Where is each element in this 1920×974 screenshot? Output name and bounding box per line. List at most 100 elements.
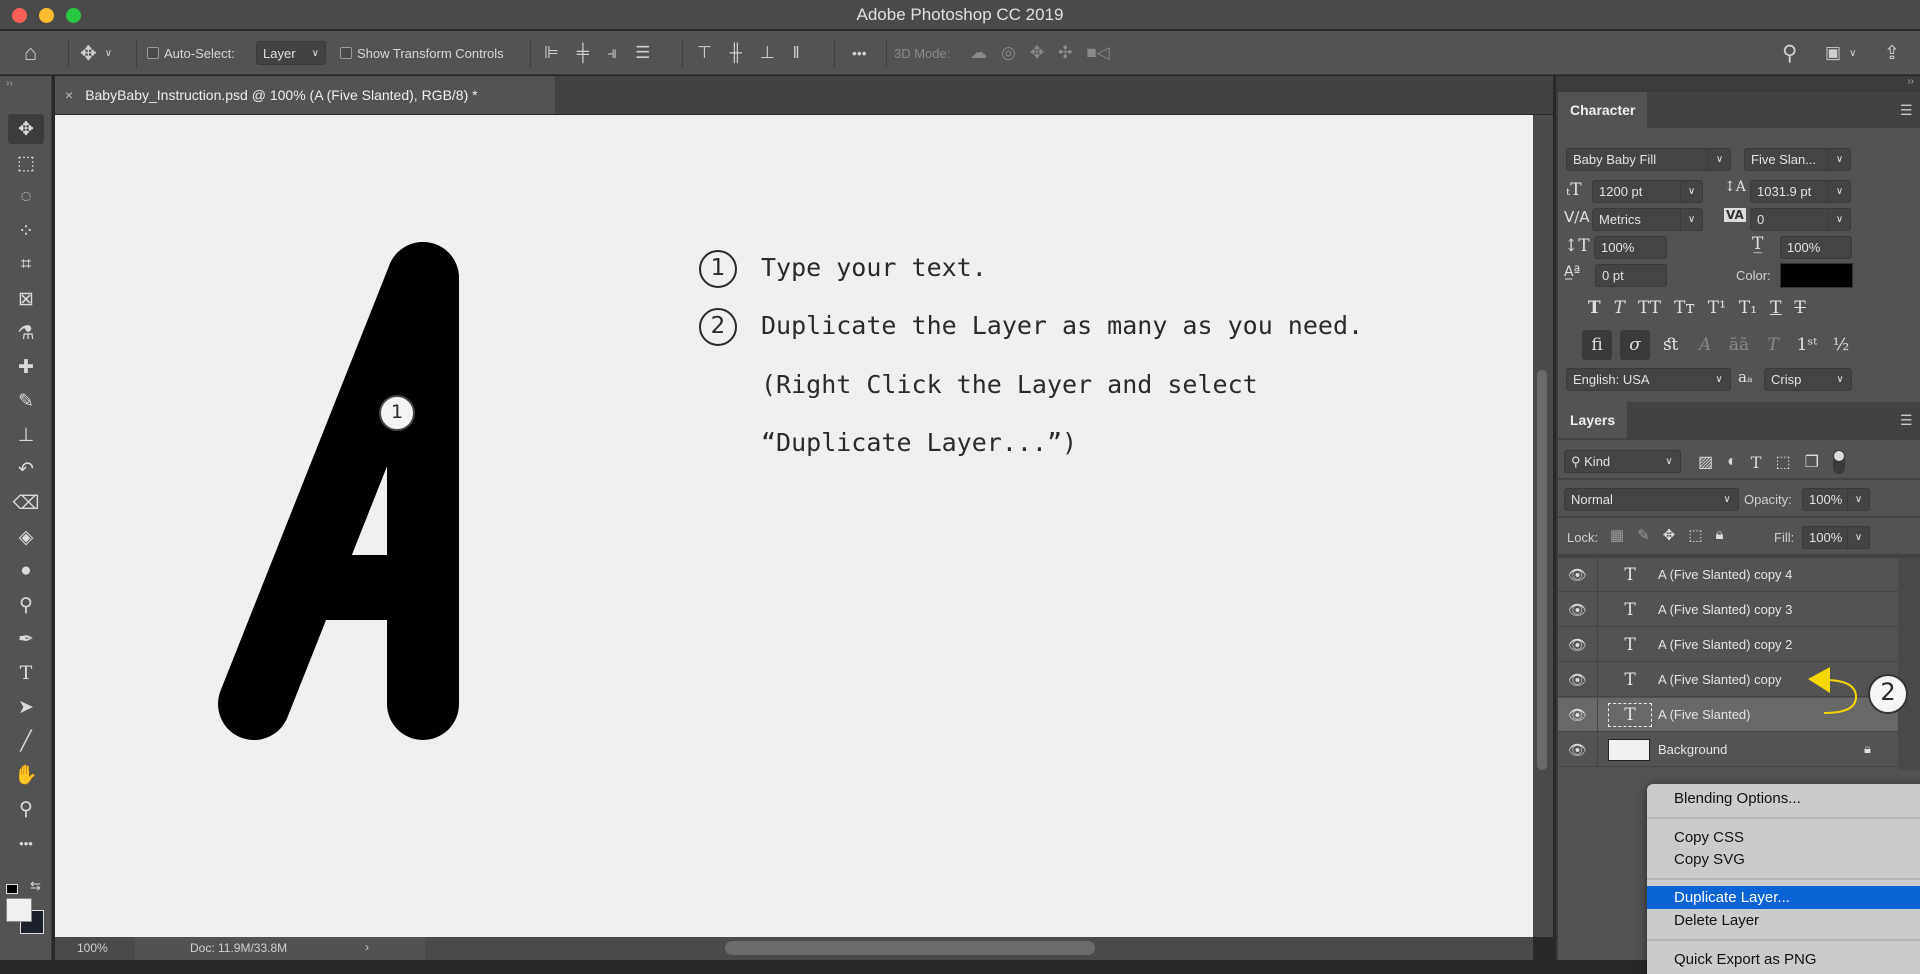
layer-row[interactable]: 👁︎ T A (Five Slanted) copy 4 [1558, 558, 1898, 592]
dodge-tool[interactable]: ⚲ [8, 590, 44, 620]
layer-row[interactable]: 👁︎ T A (Five Slanted) copy 2 [1558, 628, 1898, 662]
menu-item-copy-svg[interactable]: Copy SVG [1647, 848, 1920, 871]
lock-all-icon[interactable]: 🔒︎ [1716, 526, 1724, 544]
faux-italic-button[interactable]: T [1614, 298, 1625, 318]
zoom-tool[interactable]: ⚲ [8, 794, 44, 824]
document-tab[interactable]: × BabyBaby_Instruction.psd @ 100% (A (Fi… [55, 76, 555, 114]
kerning-dropdown[interactable]: Metrics ∨ [1592, 208, 1703, 231]
blend-mode-dropdown[interactable]: Normal ∨ [1564, 488, 1739, 511]
align-top-icon[interactable]: ⊤ [697, 43, 712, 63]
visibility-eye-icon[interactable]: 👁︎ [1558, 628, 1598, 662]
superscript-button[interactable]: T¹ [1708, 298, 1726, 318]
zoom-level[interactable]: 100% [77, 941, 108, 955]
filter-type-icon[interactable]: T [1751, 453, 1762, 472]
marquee-tool[interactable]: ⬚ [8, 148, 44, 178]
default-colors-icon[interactable] [6, 884, 18, 894]
lock-artboard-icon[interactable]: ⬚ [1688, 526, 1702, 544]
more-options-icon[interactable]: ••• [852, 45, 867, 61]
status-menu-arrow[interactable]: › [365, 940, 369, 954]
filter-adjustment-icon[interactable]: ◐ [1727, 453, 1737, 471]
path-selection-tool[interactable]: ➤ [8, 692, 44, 722]
fractions-button[interactable]: ½ [1828, 335, 1854, 355]
discretionary-ligatures-button[interactable]: σ [1620, 330, 1650, 360]
collapse-icon[interactable]: ›› [6, 78, 13, 89]
type-tool[interactable]: T [8, 658, 44, 688]
font-size-field[interactable]: 1200 pt ∨ [1592, 180, 1703, 203]
healing-brush-tool[interactable]: ✚ [8, 352, 44, 382]
hand-tool[interactable]: ✋ [8, 760, 44, 790]
vertical-scroll-thumb[interactable] [1537, 370, 1547, 770]
baseline-shift-field[interactable]: 0 pt [1595, 264, 1667, 287]
menu-item-delete-layer[interactable]: Delete Layer [1647, 909, 1920, 932]
3d-orbit-icon[interactable]: ☁ [970, 43, 987, 63]
tracking-dropdown[interactable]: 0 ∨ [1750, 208, 1851, 231]
contextual-alternates-button[interactable]: T [1760, 335, 1786, 355]
subscript-button[interactable]: T₁ [1739, 298, 1757, 318]
3d-roll-icon[interactable]: ◎ [1001, 43, 1016, 63]
fill-field[interactable]: 100% ∨ [1802, 526, 1870, 549]
visibility-eye-icon[interactable]: 👁︎ [1558, 663, 1598, 697]
edit-toolbar-icon[interactable]: ••• [8, 828, 44, 858]
home-button[interactable]: ⌂ [24, 31, 37, 75]
close-tab-icon[interactable]: × [65, 87, 73, 103]
visibility-eye-icon[interactable]: 👁︎ [1558, 698, 1598, 732]
filter-shape-icon[interactable]: ⬚ [1775, 452, 1790, 472]
visibility-eye-icon[interactable]: 👁︎ [1558, 593, 1598, 627]
all-caps-button[interactable]: TT [1638, 298, 1661, 318]
eyedropper-tool[interactable]: ⚗ [8, 318, 44, 348]
strikethrough-button[interactable]: T [1794, 298, 1805, 318]
align-middle-icon[interactable]: ╫ [730, 43, 742, 63]
font-family-dropdown[interactable]: Baby Baby Fill ∨ [1566, 148, 1731, 171]
show-transform-checkbox[interactable]: Show Transform Controls [340, 31, 504, 75]
collapse-panels-icon[interactable]: ›› [1907, 76, 1914, 87]
horizontal-scroll-thumb[interactable] [725, 941, 1095, 955]
horizontal-scale-field[interactable]: 100% [1780, 236, 1852, 259]
character-tab[interactable]: Character [1558, 92, 1648, 128]
foreground-color-swatch[interactable] [6, 898, 32, 922]
distribute-vertical-icon[interactable]: ‖ [793, 43, 800, 63]
swap-colors-icon[interactable]: ⇆ [30, 878, 41, 894]
stylistic-alternates-button[interactable]: ﬆ [1658, 335, 1684, 355]
filter-pixel-icon[interactable]: ▨ [1698, 452, 1713, 472]
anti-alias-dropdown[interactable]: Crisp ∨ [1764, 368, 1852, 391]
underline-button[interactable]: T [1770, 298, 1781, 318]
eraser-tool[interactable]: ⌫ [8, 488, 44, 518]
opacity-field[interactable]: 100% ∨ [1802, 488, 1870, 511]
zoom-window-button[interactable] [66, 8, 81, 23]
lasso-tool[interactable]: ◌ [8, 182, 44, 212]
faux-bold-button[interactable]: T [1588, 298, 1601, 318]
history-brush-tool[interactable]: ↶ [8, 454, 44, 484]
move-tool[interactable]: ✥ [8, 114, 44, 144]
ordinals-button[interactable]: 1ˢᵗ [1794, 335, 1820, 355]
quick-selection-tool[interactable]: ⁘ [8, 216, 44, 246]
align-bottom-icon[interactable]: ⊥ [760, 43, 775, 63]
small-caps-button[interactable]: Tт [1674, 298, 1695, 318]
filter-toggle[interactable] [1832, 450, 1845, 474]
layer-filter-dropdown[interactable]: ⚲ Kind ∨ [1564, 450, 1681, 473]
lock-position-icon[interactable]: ✥ [1663, 526, 1676, 544]
vertical-scrollbar[interactable] [1533, 115, 1553, 937]
vertical-scale-field[interactable]: 100% [1594, 236, 1667, 259]
auto-select-checkbox[interactable]: Auto-Select: [147, 31, 235, 75]
crop-tool[interactable]: ⌗ [8, 250, 44, 280]
ligatures-button[interactable]: ﬁ [1582, 330, 1612, 360]
3d-camera-icon[interactable]: ■◁ [1086, 43, 1109, 63]
3d-slide-icon[interactable]: ✣ [1058, 43, 1072, 63]
distribute-icon[interactable]: ☰ [635, 43, 650, 63]
line-tool[interactable]: ╱ [8, 726, 44, 756]
titling-alternates-button[interactable]: āā [1726, 335, 1752, 355]
align-right-icon[interactable]: ⫣ [607, 43, 617, 63]
share-icon[interactable]: ⇪ [1884, 42, 1900, 65]
font-style-dropdown[interactable]: Five Slan... ∨ [1744, 148, 1851, 171]
paint-bucket-tool[interactable]: ◈ [8, 522, 44, 552]
text-color-swatch[interactable] [1780, 263, 1853, 288]
close-window-button[interactable] [12, 8, 27, 23]
filter-smart-object-icon[interactable]: ❐ [1805, 452, 1819, 472]
menu-item-duplicate-layer[interactable]: Duplicate Layer... [1647, 886, 1920, 909]
stamp-tool[interactable]: ⊥ [8, 420, 44, 450]
move-tool-preset[interactable]: ✥ ∨ [80, 31, 112, 75]
align-center-icon[interactable]: ╪ [577, 43, 589, 63]
blur-tool[interactable]: ● [8, 556, 44, 586]
minimize-window-button[interactable] [39, 8, 54, 23]
search-icon[interactable]: ⚲ [1782, 41, 1797, 66]
